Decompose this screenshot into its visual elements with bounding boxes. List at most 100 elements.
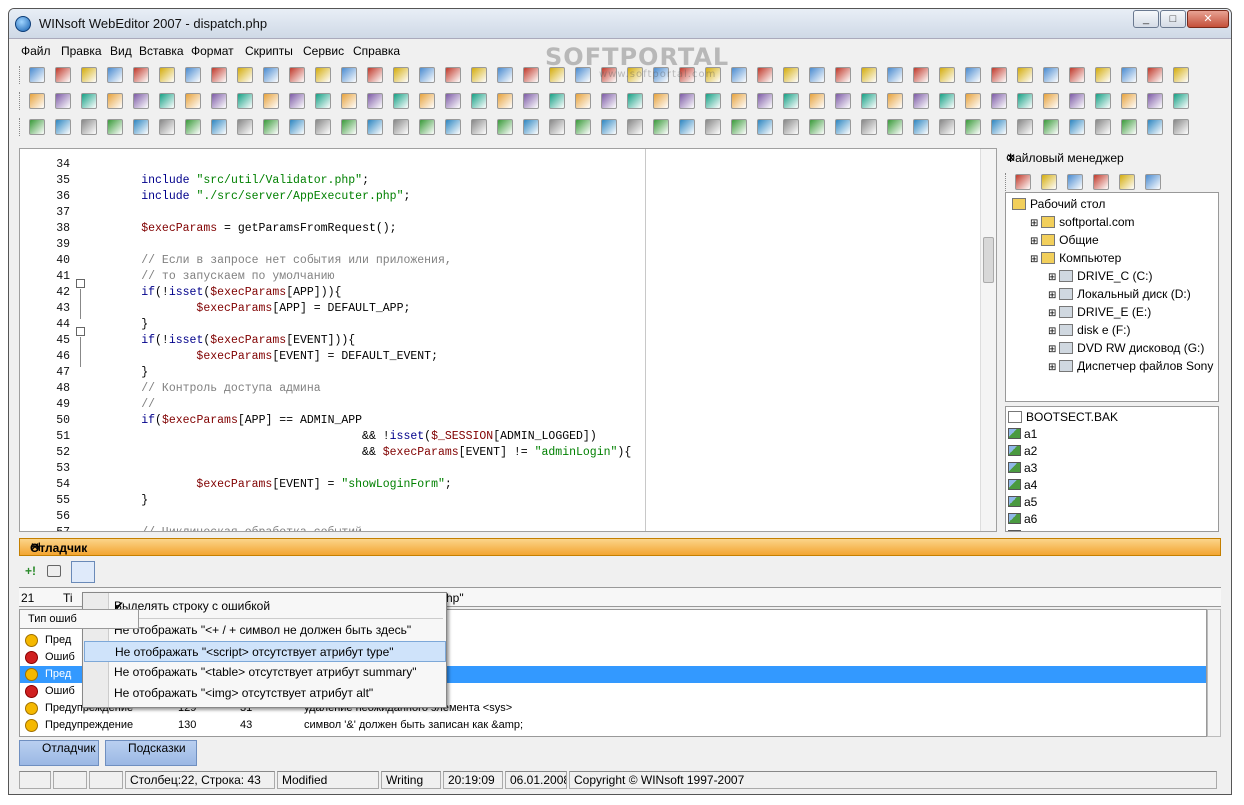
- toolbar-icon-button[interactable]: [523, 119, 539, 135]
- toolbar-icon-button[interactable]: [211, 119, 227, 135]
- toolbar-icon-button[interactable]: [289, 93, 305, 109]
- toolbar-icon-button[interactable]: [1121, 93, 1137, 109]
- toolbar-icon-button[interactable]: [809, 93, 825, 109]
- toolbar-icon-button[interactable]: [627, 119, 643, 135]
- menu-option[interactable]: Не отображать "<img> отсутствует атрибут…: [84, 683, 446, 704]
- toolbar-icon-button[interactable]: [731, 67, 747, 83]
- toolbar-icon-button[interactable]: [55, 67, 71, 83]
- tree-item[interactable]: ⊞ DRIVE_E (E:): [1048, 303, 1151, 321]
- code-line[interactable]: 48 // Контроль доступа админа: [20, 381, 996, 397]
- toolbar-icon-button[interactable]: [939, 67, 955, 83]
- toolbar-icon-button[interactable]: [393, 93, 409, 109]
- menu-edit[interactable]: Правка: [61, 44, 102, 58]
- toolbar-icon-button[interactable]: [419, 119, 435, 135]
- tree-item[interactable]: ⊞ DRIVE_C (C:): [1048, 267, 1153, 285]
- file-item[interactable]: a5: [1008, 494, 1037, 511]
- tab-hints[interactable]: Подсказки: [105, 740, 197, 766]
- code-line[interactable]: 39: [20, 237, 996, 253]
- toolbar-icon-button[interactable]: [1147, 119, 1163, 135]
- code-line[interactable]: 44 }: [20, 317, 996, 333]
- expand-icon[interactable]: ⊞: [1030, 254, 1041, 265]
- toolbar-icon-button[interactable]: [289, 119, 305, 135]
- code-line[interactable]: 51 && !isset($_SESSION[ADMIN_LOGGED]): [20, 429, 996, 445]
- toolbar-icon-button[interactable]: [757, 67, 773, 83]
- editor-vertical-scrollbar[interactable]: [980, 149, 996, 531]
- code-line[interactable]: 42 if(!isset($execParams[APP])){: [20, 285, 996, 301]
- toolbar-icon-button[interactable]: [1121, 119, 1137, 135]
- toolbar-icon-button[interactable]: [679, 93, 695, 109]
- code-line[interactable]: 53: [20, 461, 996, 477]
- toolbar-icon-button[interactable]: [1067, 174, 1083, 190]
- menu-format[interactable]: Формат: [191, 44, 234, 58]
- toolbar-icon-button[interactable]: [1095, 93, 1111, 109]
- toolbar-icon-button[interactable]: [159, 67, 175, 83]
- table-row[interactable]: Предупреждение 130 43 символ '&' должен быт…: [20, 717, 1206, 734]
- toolbar-icon-button[interactable]: [913, 67, 929, 83]
- toolbar-icon-button[interactable]: [1121, 67, 1137, 83]
- toolbar-icon-button[interactable]: [861, 93, 877, 109]
- menu-file[interactable]: Файл: [21, 44, 51, 58]
- toolbar-icon-button[interactable]: [1043, 93, 1059, 109]
- toolbar-icon-button[interactable]: [367, 67, 383, 83]
- toolbar-icon-button[interactable]: [185, 67, 201, 83]
- toolbar-icon-button[interactable]: [627, 93, 643, 109]
- code-line[interactable]: 43 $execParams[APP] = DEFAULT_APP;: [20, 301, 996, 317]
- maximize-button[interactable]: □: [1160, 10, 1186, 28]
- toolbar-icon-button[interactable]: [367, 93, 383, 109]
- toolbar-icon-button[interactable]: [939, 119, 955, 135]
- toolbar-icon-button[interactable]: [757, 93, 773, 109]
- scroll-thumb[interactable]: [983, 237, 994, 283]
- toolbar-icon-button[interactable]: [497, 93, 513, 109]
- toolbar-icon-button[interactable]: [315, 119, 331, 135]
- add-check-icon[interactable]: +!: [25, 564, 36, 578]
- toolbar-icon-button[interactable]: [81, 93, 97, 109]
- toolbar-icon-button[interactable]: [133, 67, 149, 83]
- fold-marker[interactable]: [76, 327, 85, 336]
- toolbar-icon-button[interactable]: [1041, 174, 1057, 190]
- toolbar-icon-button[interactable]: [445, 119, 461, 135]
- code-line[interactable]: 54 $execParams[EVENT] = "showLoginForm";: [20, 477, 996, 493]
- menu-insert[interactable]: Вставка: [139, 44, 184, 58]
- toolbar-icon-button[interactable]: [913, 93, 929, 109]
- toolbar-icon-button[interactable]: [159, 119, 175, 135]
- toolbar-icon-button[interactable]: [913, 119, 929, 135]
- toolbar-icon-button[interactable]: [29, 119, 45, 135]
- toolbar-icon-button[interactable]: [1043, 119, 1059, 135]
- toolbar-icon-button[interactable]: [1095, 119, 1111, 135]
- toolbar-icon-button[interactable]: [783, 119, 799, 135]
- toolbar-icon-button[interactable]: [965, 119, 981, 135]
- toolbar-icon-button[interactable]: [211, 93, 227, 109]
- close-button[interactable]: ✕: [1187, 10, 1229, 28]
- toolbar-icon-button[interactable]: [315, 93, 331, 109]
- toolbar-icon-button[interactable]: [549, 93, 565, 109]
- toolbar-icon-button[interactable]: [1017, 67, 1033, 83]
- debugger-vertical-scrollbar[interactable]: [1207, 609, 1221, 737]
- code-editor[interactable]: 34 35 include "src/util/Validator.php"; 36…: [19, 148, 997, 532]
- toolbar-icon-button[interactable]: [731, 93, 747, 109]
- expand-icon[interactable]: ⊞: [1048, 308, 1059, 319]
- toolbar-icon-button[interactable]: [471, 67, 487, 83]
- code-line[interactable]: 34: [20, 157, 996, 173]
- toolbar-icon-button[interactable]: [965, 93, 981, 109]
- code-line[interactable]: 46 $execParams[EVENT] = DEFAULT_EVENT;: [20, 349, 996, 365]
- toolbar-icon-button[interactable]: [341, 67, 357, 83]
- file-item[interactable]: a7: [1008, 528, 1037, 531]
- toolbar-grip[interactable]: [19, 66, 22, 84]
- tree-item[interactable]: ⊞ softportal.com: [1030, 213, 1135, 231]
- toolbar-icon-button[interactable]: [1173, 93, 1189, 109]
- toolbar-icon-button[interactable]: [1173, 119, 1189, 135]
- toolbar-icon-button[interactable]: [835, 119, 851, 135]
- toolbar-icon-button[interactable]: [523, 67, 539, 83]
- toolbar-icon-button[interactable]: [549, 119, 565, 135]
- file-item[interactable]: a3: [1008, 460, 1037, 477]
- toolbar-icon-button[interactable]: [289, 67, 305, 83]
- toolbar-icon-button[interactable]: [653, 119, 669, 135]
- expand-icon[interactable]: ⊞: [1048, 272, 1059, 283]
- toolbar-icon-button[interactable]: [1015, 174, 1031, 190]
- toolbar-icon-button[interactable]: [29, 93, 45, 109]
- toolbar-icon-button[interactable]: [1119, 174, 1135, 190]
- toolbar-icon-button[interactable]: [29, 67, 45, 83]
- tree-item[interactable]: ⊞ DVD RW дисковод (G:): [1048, 339, 1204, 357]
- toolbar-icon-button[interactable]: [939, 93, 955, 109]
- toolbar-icon-button[interactable]: [991, 93, 1007, 109]
